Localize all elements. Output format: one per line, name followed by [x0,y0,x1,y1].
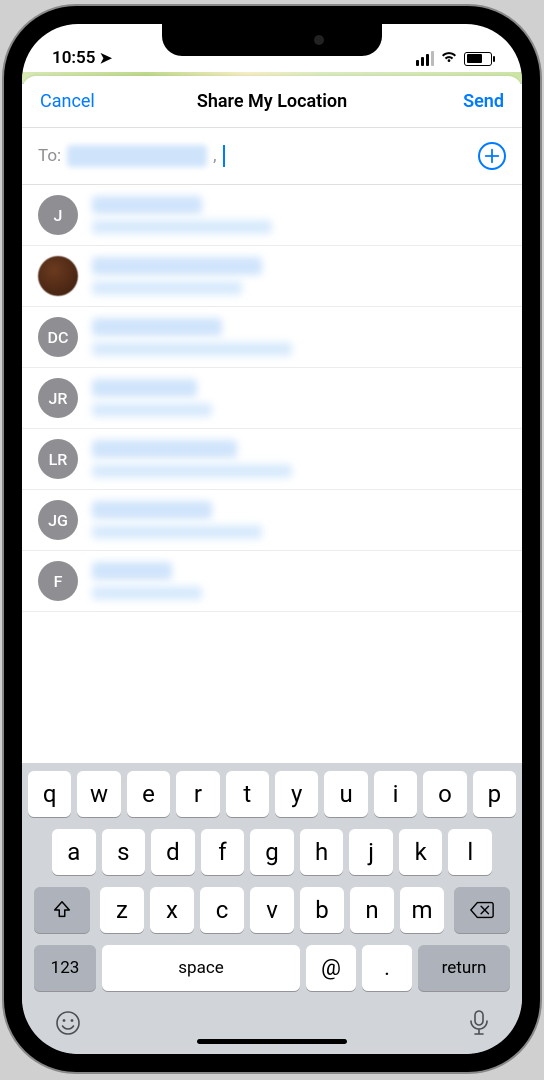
send-button[interactable]: Send [463,91,504,112]
contact-detail-redacted [92,525,262,539]
contact-name-redacted [92,440,237,458]
wifi-icon [440,49,458,68]
emoji-key[interactable] [54,1009,82,1044]
avatar-initials: JG [38,500,78,540]
keyboard: qwertyuiop asdfghjkl zxcvbnm 123 space @… [22,763,522,1054]
numbers-key[interactable]: 123 [34,945,96,991]
key-i[interactable]: i [374,771,417,817]
contact-name-redacted [92,196,202,214]
key-u[interactable]: u [324,771,367,817]
at-key[interactable]: @ [306,945,356,991]
avatar-initials: JR [38,378,78,418]
contact-name-redacted [92,318,222,336]
contact-name-redacted [92,501,212,519]
shift-key[interactable] [34,887,90,933]
to-label: To: [38,146,61,166]
contact-row[interactable]: J [22,185,522,246]
contact-name-redacted [92,379,197,397]
contact-suggestions-list: J DC JR LR JG F [22,185,522,763]
contact-row[interactable] [22,246,522,307]
avatar-initials: LR [38,439,78,479]
contact-row[interactable]: JG [22,490,522,551]
key-k[interactable]: k [399,829,443,875]
nav-bar: Cancel Share My Location Send [22,76,522,128]
return-key[interactable]: return [418,945,510,991]
key-v[interactable]: v [250,887,294,933]
key-n[interactable]: n [350,887,394,933]
contact-detail-redacted [92,403,212,417]
key-a[interactable]: a [52,829,96,875]
contact-name-redacted [92,257,262,275]
avatar-initials: DC [38,317,78,357]
key-m[interactable]: m [400,887,444,933]
cellular-signal-icon [416,51,434,66]
status-time: 10:55 [52,48,95,68]
page-title: Share My Location [197,91,347,112]
key-g[interactable]: g [250,829,294,875]
avatar-initials: J [38,195,78,235]
key-o[interactable]: o [423,771,466,817]
dictation-key[interactable] [468,1009,490,1044]
text-cursor [223,145,225,167]
contact-detail-redacted [92,220,272,234]
contact-detail-redacted [92,464,292,478]
key-r[interactable]: r [176,771,219,817]
key-w[interactable]: w [77,771,120,817]
cancel-button[interactable]: Cancel [40,91,95,112]
key-x[interactable]: x [150,887,194,933]
phone-frame: 10:55 ➤ Cancel Share My Location Send To… [4,6,540,1072]
avatar-initials: F [38,561,78,601]
recipient-chip[interactable] [67,145,207,167]
battery-icon [464,52,492,66]
key-z[interactable]: z [100,887,144,933]
key-d[interactable]: d [151,829,195,875]
screen: 10:55 ➤ Cancel Share My Location Send To… [22,24,522,1054]
contact-row[interactable]: F [22,551,522,612]
contact-name-redacted [92,562,172,580]
contact-row[interactable]: DC [22,307,522,368]
key-p[interactable]: p [473,771,516,817]
space-key[interactable]: space [102,945,300,991]
key-t[interactable]: t [226,771,269,817]
key-y[interactable]: y [275,771,318,817]
key-q[interactable]: q [28,771,71,817]
add-contact-button[interactable] [478,142,506,170]
period-key[interactable]: . [362,945,412,991]
key-j[interactable]: j [349,829,393,875]
contact-detail-redacted [92,342,292,356]
key-e[interactable]: e [127,771,170,817]
contact-row[interactable]: JR [22,368,522,429]
avatar-photo [38,256,78,296]
contact-row[interactable]: LR [22,429,522,490]
backspace-key[interactable] [454,887,510,933]
contact-detail-redacted [92,281,242,295]
location-arrow-icon: ➤ [99,49,112,67]
key-s[interactable]: s [102,829,146,875]
key-l[interactable]: l [448,829,492,875]
key-h[interactable]: h [300,829,344,875]
contact-detail-redacted [92,586,202,600]
recipient-separator: , [213,146,216,166]
to-field-row[interactable]: To: , [22,128,522,185]
home-indicator[interactable] [197,1039,347,1044]
key-c[interactable]: c [200,887,244,933]
key-f[interactable]: f [201,829,245,875]
notch [162,24,382,56]
key-b[interactable]: b [300,887,344,933]
